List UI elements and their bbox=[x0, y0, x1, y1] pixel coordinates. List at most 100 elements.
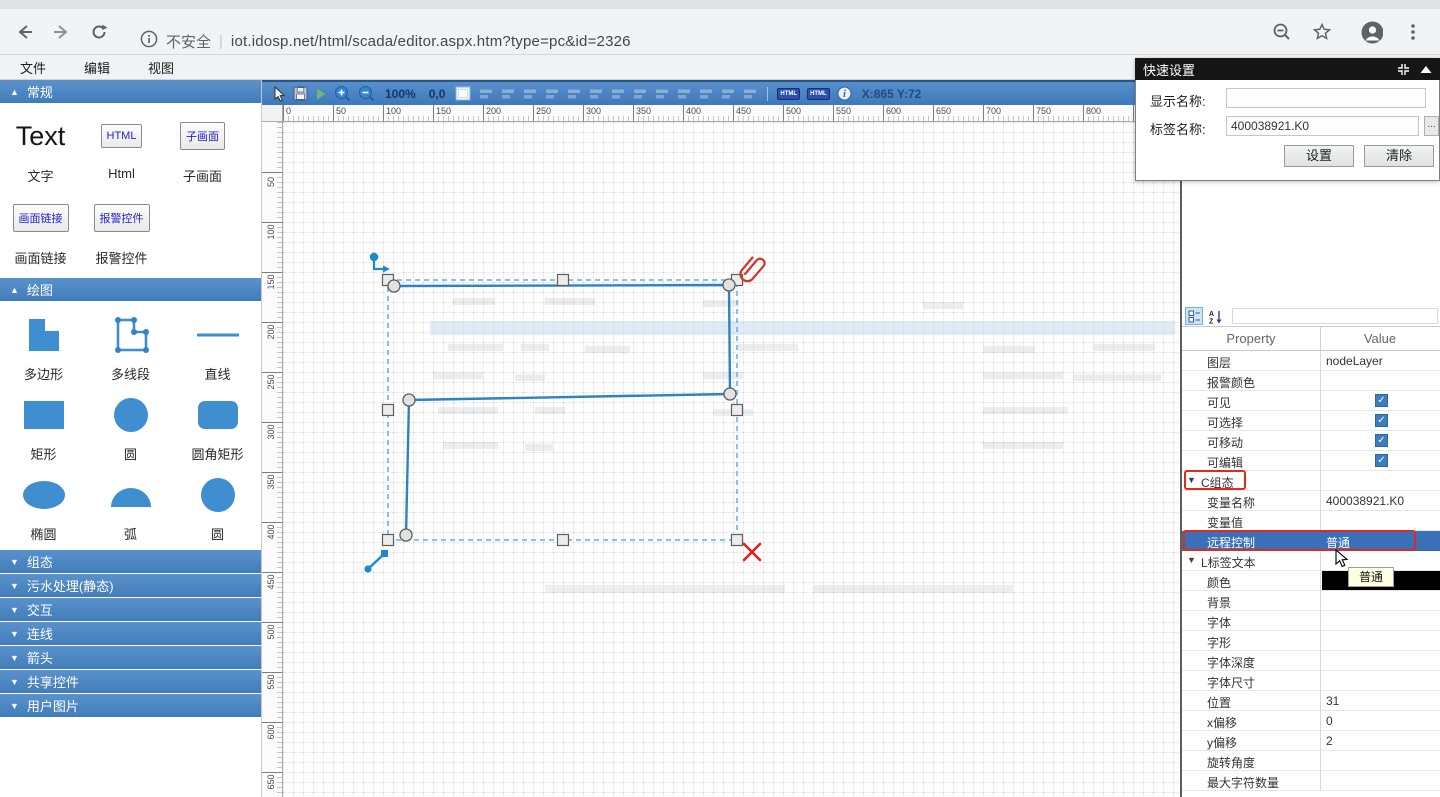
property-row-最大字符数量[interactable]: 最大字符数量 bbox=[1182, 771, 1440, 791]
disabled-tool-3 bbox=[522, 87, 538, 101]
property-row-字体尺寸[interactable]: 字体尺寸 bbox=[1182, 671, 1440, 691]
clear-button[interactable]: 清除 bbox=[1364, 145, 1434, 167]
palette-section-连线[interactable]: ▼连线 bbox=[0, 622, 261, 645]
draw-tool-多边形[interactable]: 多边形 bbox=[0, 310, 87, 390]
palette-section-污水处理(静态)[interactable]: ▼污水处理(静态) bbox=[0, 574, 261, 597]
set-button[interactable]: 设置 bbox=[1284, 145, 1354, 167]
checkbox-checked-icon[interactable]: ✓ bbox=[1375, 414, 1388, 427]
html-icon[interactable]: HTML bbox=[807, 88, 830, 100]
collapse-icon[interactable] bbox=[1420, 65, 1432, 74]
property-filter-box[interactable] bbox=[1232, 308, 1438, 324]
property-row-位置[interactable]: 位置31 bbox=[1182, 691, 1440, 711]
paperclip-icon[interactable] bbox=[740, 258, 764, 282]
disabled-tool-1 bbox=[478, 87, 494, 101]
categorize-icon[interactable] bbox=[1185, 307, 1203, 325]
quick-settings-header[interactable]: 快速设置 bbox=[1135, 58, 1440, 80]
play-icon[interactable] bbox=[315, 87, 327, 101]
zoom-out-page-icon[interactable] bbox=[1271, 21, 1293, 43]
info-circle-icon[interactable] bbox=[140, 30, 158, 53]
palette-item-文字[interactable]: Text文字 bbox=[0, 110, 81, 192]
draw-tool-矩形[interactable]: 矩形 bbox=[0, 390, 87, 470]
ruler-tick-label: 100 bbox=[266, 220, 276, 244]
reload-icon[interactable] bbox=[88, 21, 110, 43]
draw-tool-圆角矩形[interactable]: 圆角矩形 bbox=[174, 390, 261, 470]
property-row-可编辑[interactable]: 可编辑✓ bbox=[1182, 451, 1440, 471]
draw-tool-多线段[interactable]: 多线段 bbox=[87, 310, 174, 390]
property-row-可移动[interactable]: 可移动✓ bbox=[1182, 431, 1440, 451]
property-row-y偏移[interactable]: y偏移2 bbox=[1182, 731, 1440, 751]
palette-section-交互[interactable]: ▼交互 bbox=[0, 598, 261, 621]
svg-text:Z: Z bbox=[1209, 318, 1214, 324]
menu-item-文件[interactable]: 文件 bbox=[20, 58, 46, 77]
property-row-背景[interactable]: 背景 bbox=[1182, 591, 1440, 611]
edit-vertex-icon[interactable] bbox=[370, 253, 390, 273]
html-icon[interactable]: HTML bbox=[777, 88, 800, 100]
save-icon[interactable] bbox=[293, 86, 308, 101]
display-name-input[interactable] bbox=[1226, 88, 1426, 108]
cursor-icon[interactable] bbox=[272, 86, 286, 102]
property-row-变量名称[interactable]: 变量名称400038921.K0 bbox=[1182, 491, 1440, 511]
property-row-字形[interactable]: 字形 bbox=[1182, 631, 1440, 651]
property-row-可选择[interactable]: 可选择✓ bbox=[1182, 411, 1440, 431]
palette-section-general[interactable]: ▲ 常规 bbox=[0, 80, 261, 103]
zoom-in-icon[interactable] bbox=[334, 85, 351, 102]
avatar-icon[interactable] bbox=[1361, 21, 1383, 43]
back-icon[interactable] bbox=[14, 21, 36, 43]
property-row-C组态[interactable]: ▼C组态 bbox=[1182, 471, 1440, 491]
forward-icon[interactable] bbox=[50, 21, 72, 43]
draw-tool-弧[interactable]: 弧 bbox=[87, 470, 174, 550]
property-row-图层[interactable]: 图层nodeLayer bbox=[1182, 351, 1440, 371]
draw-tool-label: 直线 bbox=[174, 364, 261, 383]
draw-tool-圆[interactable]: 圆 bbox=[174, 470, 261, 550]
property-row-颜色[interactable]: 颜色 bbox=[1182, 571, 1440, 591]
property-row-字体[interactable]: 字体 bbox=[1182, 611, 1440, 631]
palette-item-画面链接[interactable]: 画面链接画面链接 bbox=[0, 192, 81, 274]
star-icon[interactable] bbox=[1311, 21, 1333, 43]
canvas-settings-icon[interactable] bbox=[455, 86, 471, 101]
palette-section-箭头[interactable]: ▼箭头 bbox=[0, 646, 261, 669]
property-row-报警颜色[interactable]: 报警颜色 bbox=[1182, 371, 1440, 391]
tag-browse-button[interactable]: ... bbox=[1424, 116, 1439, 136]
url-text[interactable]: iot.idosp.net/html/scada/editor.aspx.htm… bbox=[231, 33, 631, 50]
draw-tool-椭圆[interactable]: 椭圆 bbox=[0, 470, 87, 550]
property-row-可见[interactable]: 可见✓ bbox=[1182, 391, 1440, 411]
menu-item-视图[interactable]: 视图 bbox=[148, 58, 174, 77]
palette-section-组态[interactable]: ▼组态 bbox=[0, 550, 261, 573]
property-row-变量值[interactable]: 变量值 bbox=[1182, 511, 1440, 531]
palette-section-用户图片[interactable]: ▼用户图片 bbox=[0, 694, 261, 717]
palette-item-Html[interactable]: HTMLHtml bbox=[81, 110, 162, 192]
section-label: 交互 bbox=[27, 600, 53, 619]
menu-dots-icon[interactable] bbox=[1402, 21, 1424, 43]
quick-settings-title: 快速设置 bbox=[1143, 60, 1387, 79]
line-segment-icon[interactable] bbox=[364, 550, 388, 573]
origin-coords: 0,0 bbox=[429, 87, 446, 101]
info-icon[interactable]: i bbox=[837, 86, 852, 101]
ruler-tick: 650 bbox=[262, 772, 282, 773]
ruler-tick-label: 50 bbox=[266, 170, 276, 194]
ruler-tick-label: 750 bbox=[1036, 106, 1051, 116]
section-label: 组态 bbox=[27, 552, 53, 571]
zoom-out-icon[interactable] bbox=[358, 85, 375, 102]
draw-tool-圆[interactable]: 圆 bbox=[87, 390, 174, 470]
palette-item-报警控件[interactable]: 报警控件报警控件 bbox=[81, 192, 162, 274]
palette-item-子画面[interactable]: 子画面子画面 bbox=[162, 110, 243, 192]
palette-section-draw[interactable]: ▲ 绘图 bbox=[0, 278, 261, 301]
property-row-远程控制[interactable]: 远程控制普通 bbox=[1182, 531, 1440, 551]
security-label[interactable]: 不安全 bbox=[166, 31, 211, 52]
property-row-旋转角度[interactable]: 旋转角度 bbox=[1182, 751, 1440, 771]
palette-section-共享控件[interactable]: ▼共享控件 bbox=[0, 670, 261, 693]
checkbox-checked-icon[interactable]: ✓ bbox=[1375, 394, 1388, 407]
property-row-L标签文本[interactable]: ▼L标签文本 bbox=[1182, 551, 1440, 571]
editor-toolbar: 100% 0,0 HTML HTML i X:865 Y:72 bbox=[262, 80, 1180, 105]
property-row-x偏移[interactable]: x偏移0 bbox=[1182, 711, 1440, 731]
checkbox-checked-icon[interactable]: ✓ bbox=[1375, 454, 1388, 467]
design-canvas[interactable] bbox=[283, 122, 1180, 797]
draw-tool-直线[interactable]: 直线 bbox=[174, 310, 261, 390]
dock-icon[interactable] bbox=[1397, 63, 1410, 76]
delete-icon[interactable] bbox=[744, 544, 760, 560]
menu-item-编辑[interactable]: 编辑 bbox=[84, 58, 110, 77]
checkbox-checked-icon[interactable]: ✓ bbox=[1375, 434, 1388, 447]
property-row-字体深度[interactable]: 字体深度 bbox=[1182, 651, 1440, 671]
tag-name-input[interactable] bbox=[1226, 116, 1419, 136]
sort-az-icon[interactable]: AZ bbox=[1206, 307, 1224, 325]
